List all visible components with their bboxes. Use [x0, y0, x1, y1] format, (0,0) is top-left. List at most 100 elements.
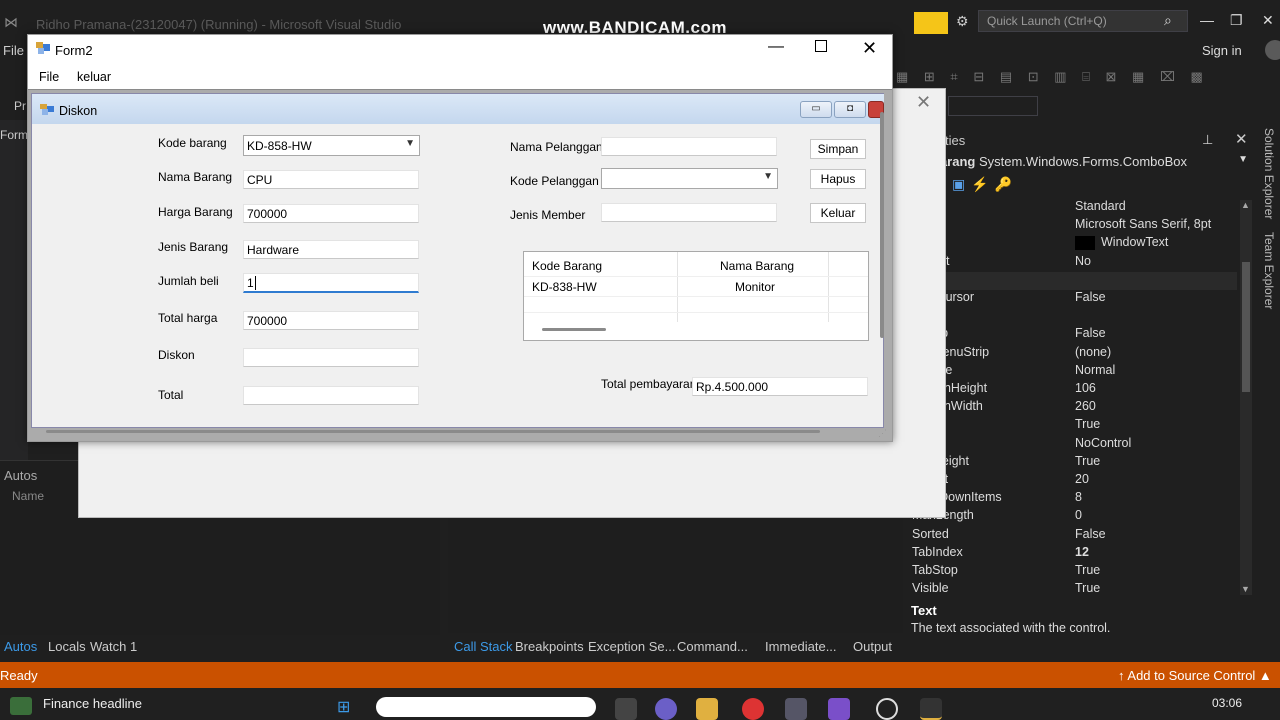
visual-studio-taskbar-icon[interactable] [828, 698, 850, 720]
jenis-barang-field[interactable]: Hardware [243, 240, 419, 259]
tab-autos[interactable]: Autos [4, 639, 37, 654]
property-row[interactable] [912, 271, 1237, 290]
property-row[interactable]: MaxLength0 [912, 508, 1237, 526]
hapus-button[interactable]: Hapus [810, 169, 866, 189]
property-value[interactable]: 20 [1075, 472, 1089, 486]
property-row[interactable]: gralHeightTrue [912, 454, 1237, 472]
bandicam-taskbar-icon[interactable] [920, 698, 942, 720]
total-field[interactable] [243, 386, 419, 405]
windows-start-icon[interactable]: ⊞ [337, 697, 350, 717]
property-value[interactable]: 0 [1075, 508, 1082, 522]
total-harga-field[interactable]: 700000 [243, 311, 419, 330]
team-explorer-tab[interactable]: Team Explorer [1262, 232, 1276, 309]
close-icon[interactable]: ✕ [862, 38, 877, 59]
menu-keluar[interactable]: keluar [77, 70, 111, 84]
property-value[interactable]: 106 [1075, 381, 1096, 395]
property-value[interactable]: No [1075, 254, 1091, 268]
tab-immediate[interactable]: Immediate... [765, 639, 837, 654]
property-value[interactable]: 12 [1075, 545, 1089, 559]
app-icon[interactable] [876, 698, 898, 720]
nama-pelanggan-field[interactable] [601, 137, 777, 156]
properties-toolbar-icons[interactable]: ▣⚡🔑 [952, 176, 1018, 193]
property-value[interactable]: True [1075, 563, 1100, 577]
property-value[interactable]: Standard [1075, 199, 1126, 213]
menu-file[interactable]: File [39, 70, 59, 84]
add-to-source-control[interactable]: ↑ Add to Source Control ▲ [1118, 668, 1272, 683]
property-value[interactable]: 260 [1075, 399, 1096, 413]
app-icon[interactable] [785, 698, 807, 720]
property-row[interactable]: pDownHeight 106 [912, 381, 1237, 399]
tab-breakpoints[interactable]: Breakpoints [515, 639, 584, 654]
property-value[interactable]: NoControl [1075, 436, 1131, 450]
kode-barang-combo[interactable]: KD-858-HW ▼ [243, 135, 420, 156]
property-value[interactable]: True [1075, 454, 1100, 468]
harga-barang-field[interactable]: 700000 [243, 204, 419, 223]
property-row[interactable]: bledTrue [912, 417, 1237, 435]
close-icon[interactable]: ✕ [916, 92, 931, 113]
property-row[interactable]: textMenuStrip (none) [912, 345, 1237, 363]
property-row[interactable]: wModeNormal [912, 363, 1237, 381]
tab-locals[interactable]: Locals [48, 639, 86, 654]
search-icon[interactable]: ⌕ [1164, 12, 1172, 29]
scroll-up-icon[interactable]: ▲ [1241, 200, 1250, 210]
property-value[interactable]: False [1075, 290, 1106, 304]
pin-icon[interactable]: ⊥ [1202, 132, 1213, 148]
chrome-icon[interactable] [742, 698, 764, 720]
restore-icon[interactable]: ❐ [1230, 12, 1243, 29]
restore-icon[interactable]: ◘ [834, 101, 866, 118]
property-row[interactable]: ColorWindowText [912, 235, 1237, 253]
tab-call-stack[interactable]: Call Stack [454, 639, 513, 654]
keluar-button[interactable]: Keluar [810, 203, 866, 223]
property-row[interactable]: TabStop True [912, 563, 1237, 581]
solution-explorer-tab[interactable]: Solution Explorer [1262, 128, 1276, 219]
close-icon[interactable]: ✕ [1235, 130, 1248, 148]
toolbar-dropdown[interactable] [948, 96, 1038, 116]
taskbar-search-input[interactable] [376, 697, 596, 717]
property-row[interactable]: Sorted False [912, 527, 1237, 545]
property-row[interactable]: wDropFalse [912, 326, 1237, 344]
scroll-down-icon[interactable]: ▼ [1241, 584, 1250, 594]
property-row[interactable]: ModeNoControl [912, 436, 1237, 454]
tab-watch-1[interactable]: Watch 1 [90, 639, 137, 654]
tab-command[interactable]: Command... [677, 639, 748, 654]
diskon-horizontal-scrollbar[interactable] [46, 430, 820, 433]
minimize-icon[interactable]: — [768, 38, 784, 56]
close-icon[interactable]: ✕ [1262, 12, 1274, 29]
properties-scroll-thumb[interactable] [1242, 262, 1250, 392]
quick-launch-input[interactable]: Quick Launch (Ctrl+Q) [978, 10, 1188, 32]
chevron-down-icon[interactable]: ▼ [405, 138, 415, 149]
property-row[interactable]: TabIndex 12 [912, 545, 1237, 563]
taskbar-news-widget[interactable]: Finance headline [43, 696, 142, 711]
properties-scrollbar[interactable] [1240, 200, 1252, 595]
toolbar-icons[interactable]: ▦ ⊞ ⌗ ⊟ ▤ ⊡ ▥ ⌸ ⊠ ▦ ⌧ ▩ [896, 69, 1209, 85]
property-row[interactable]: DropDownItems 8 [912, 490, 1237, 508]
property-value[interactable]: False [1075, 527, 1106, 541]
property-row[interactable]: avior [912, 308, 1237, 326]
jumlah-beli-field[interactable]: 1 [243, 273, 419, 293]
grid-cell-nama-barang[interactable]: Monitor [735, 280, 775, 294]
simpan-button[interactable]: Simpan [810, 139, 866, 159]
property-row[interactable]: Visible True [912, 581, 1237, 599]
property-row[interactable]: StyleStandard [912, 199, 1237, 217]
property-value[interactable]: (none) [1075, 345, 1111, 359]
property-value[interactable]: Microsoft Sans Serif, 8pt [1075, 217, 1211, 231]
diskon-vertical-scrollbar[interactable] [880, 112, 884, 338]
tab-output[interactable]: Output [853, 639, 892, 654]
property-value[interactable]: True [1075, 417, 1100, 431]
jenis-member-field[interactable] [601, 203, 777, 222]
chevron-down-icon[interactable]: ▼ [763, 171, 773, 182]
total-pembayaran-field[interactable]: Rp.4.500.000 [692, 377, 868, 396]
properties-object-selector[interactable]: barang System.Windows.Forms.ComboBox ▼ [932, 154, 1250, 174]
property-value[interactable]: Normal [1075, 363, 1115, 377]
vs-menu-file[interactable]: File [3, 43, 24, 58]
grid-horizontal-scrollbar[interactable] [542, 328, 606, 331]
nama-barang-field[interactable]: CPU [243, 170, 419, 189]
file-explorer-icon[interactable] [696, 698, 718, 720]
document-tab-form[interactable]: Form [0, 128, 30, 148]
avatar[interactable] [1265, 40, 1280, 60]
tab-exception-settings[interactable]: Exception Se... [588, 639, 675, 654]
task-view-icon[interactable] [615, 698, 637, 720]
property-row[interactable]: Height20 [912, 472, 1237, 490]
property-row[interactable]: WaitCursorFalse [912, 290, 1237, 308]
notification-icon[interactable] [914, 12, 948, 34]
